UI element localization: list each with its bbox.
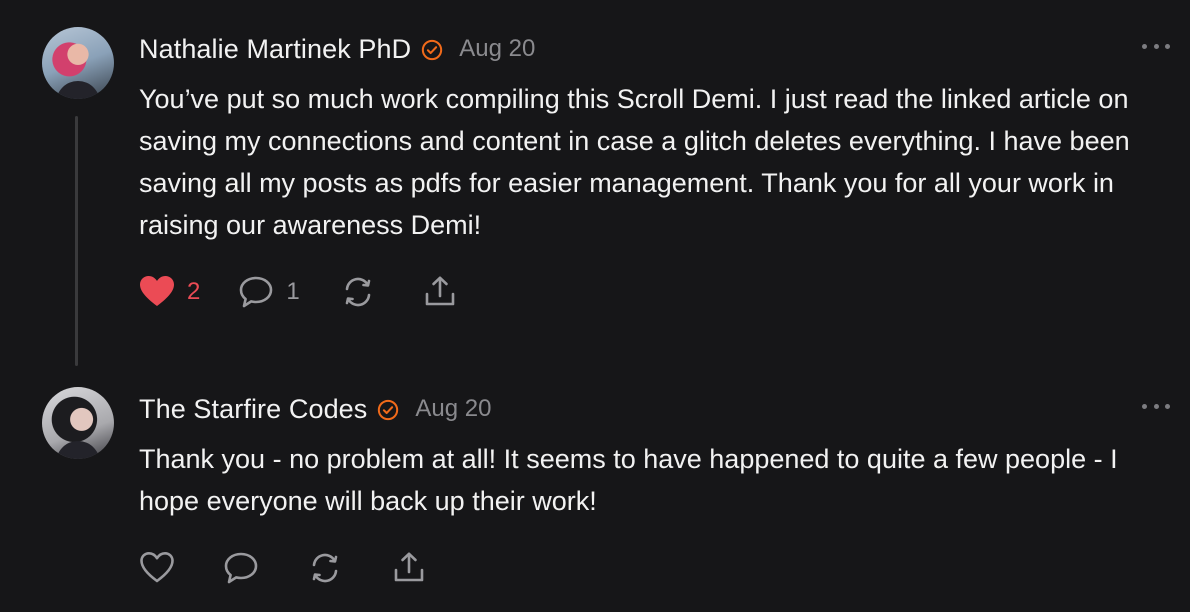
comment-text: You’ve put so much work compiling this S… — [139, 84, 1130, 240]
restack-button[interactable] — [307, 548, 343, 588]
comment-date[interactable]: Aug 20 — [459, 35, 535, 63]
avatar[interactable] — [42, 27, 114, 99]
comment-date[interactable]: Aug 20 — [415, 395, 491, 423]
reply-button[interactable] — [223, 548, 259, 588]
author-name[interactable]: The Starfire Codes — [139, 394, 367, 425]
heart-icon — [139, 275, 175, 309]
like-button[interactable] — [139, 548, 175, 588]
restack-icon — [340, 274, 376, 310]
reply-button[interactable]: 1 — [238, 272, 300, 312]
share-icon — [422, 274, 458, 310]
avatar-shoulders — [56, 81, 100, 99]
comment-header: Nathalie Martinek PhD Aug 20 — [139, 29, 535, 69]
reply-bubble-icon — [223, 551, 259, 585]
comment-header: The Starfire Codes Aug 20 — [139, 389, 491, 429]
thread-line — [75, 116, 78, 366]
like-count: 2 — [187, 278, 201, 305]
reply-count: 1 — [286, 278, 300, 305]
share-button[interactable] — [391, 548, 427, 588]
restack-button[interactable] — [340, 272, 376, 312]
more-options-icon[interactable] — [1142, 398, 1170, 414]
verified-badge-icon — [377, 398, 399, 421]
verified-badge-icon — [421, 38, 443, 61]
like-button[interactable]: 2 — [139, 272, 200, 312]
reply-bubble-icon — [238, 275, 274, 309]
avatar[interactable] — [42, 387, 114, 459]
restack-icon — [307, 550, 343, 586]
share-button[interactable] — [422, 272, 458, 312]
more-options-icon[interactable] — [1142, 38, 1170, 54]
author-name[interactable]: Nathalie Martinek PhD — [139, 34, 411, 65]
share-icon — [391, 550, 427, 586]
comment-actions — [139, 548, 427, 588]
comment-actions: 2 1 — [139, 272, 458, 312]
avatar-shoulders — [56, 441, 100, 459]
comment-text: Thank you - no problem at all! It seems … — [139, 444, 1118, 516]
heart-icon — [139, 551, 175, 585]
